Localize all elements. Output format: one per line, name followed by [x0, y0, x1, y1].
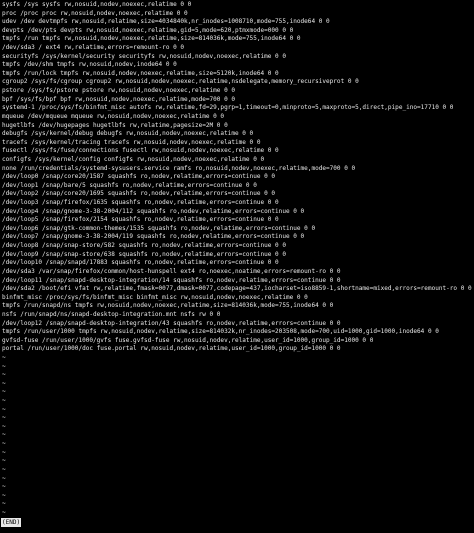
- mount-line: udev /dev devtmpfs rw,nosuid,relatime,si…: [2, 18, 330, 26]
- mount-line: /dev/sda2 /boot/efi vfat rw,relatime,fma…: [2, 285, 472, 293]
- mount-line: mqueue /dev/mqueue mqueue rw,nosuid,node…: [2, 112, 225, 120]
- mount-line: tracefs /sys/kernel/tracing tracefs rw,n…: [2, 138, 261, 146]
- pager-output[interactable]: sysfs /sys sysfs rw,nosuid,nodev,noexec,…: [2, 1, 474, 533]
- empty-line-tilde: ~: [2, 457, 6, 465]
- empty-line-tilde: ~: [2, 448, 6, 456]
- mount-line: /dev/loop0 /snap/core20/1587 squashfs ro…: [2, 173, 276, 181]
- mount-line: devpts /dev/pts devpts rw,nosuid,noexec,…: [2, 26, 294, 34]
- empty-line-tilde: ~: [2, 414, 6, 422]
- mount-line: /dev/loop10 /snap/snapd/17883 squashfs r…: [2, 259, 279, 267]
- mount-line: /dev/loop11 /snap/snapd-desktop-integrat…: [2, 276, 341, 284]
- mount-line: /dev/sda3 /var/snap/firefox/common/host-…: [2, 267, 341, 275]
- mount-line: cgroup2 /sys/fs/cgroup cgroup2 rw,nosuid…: [2, 78, 359, 86]
- mount-line: hugetlbfs /dev/hugepages hugetlbfs rw,re…: [2, 121, 228, 129]
- mount-line: fusectl /sys/fs/fuse/connections fusectl…: [2, 147, 279, 155]
- mount-line: /dev/loop9 /snap/snap-store/638 squashfs…: [2, 250, 286, 258]
- mount-line: /dev/loop6 /snap/gtk-common-themes/1535 …: [2, 224, 316, 232]
- mount-line: /dev/loop7 /snap/gnome-3-38-2004/119 squ…: [2, 233, 305, 241]
- mount-line: sysfs /sys sysfs rw,nosuid,nodev,noexec,…: [2, 1, 192, 8]
- mount-line: /dev/loop12 /snap/snapd-desktop-integrat…: [2, 319, 341, 327]
- mount-line: configfs /sys/kernel/config configfs rw,…: [2, 155, 265, 163]
- empty-line-tilde: ~: [2, 362, 6, 370]
- mount-line: /dev/loop3 /snap/firefox/1635 squashfs r…: [2, 199, 279, 207]
- empty-line-tilde: ~: [2, 431, 6, 439]
- mount-line: portal /run/user/1000/doc fuse.portal rw…: [2, 345, 341, 353]
- empty-line-tilde: ~: [2, 388, 6, 396]
- empty-line-tilde: ~: [2, 491, 6, 499]
- empty-line-tilde: ~: [2, 405, 6, 413]
- mount-line: /dev/loop2 /snap/core20/1695 squashfs ro…: [2, 190, 276, 198]
- mount-line: tmpfs /dev/shm tmpfs rw,nosuid,nodev,ino…: [2, 61, 177, 69]
- mount-line: /dev/loop4 /snap/gnome-3-38-2004/112 squ…: [2, 207, 305, 215]
- pager-status-end: (END): [1, 518, 22, 527]
- mount-line: /dev/loop1 /snap/bare/5 squashfs ro,node…: [2, 181, 257, 189]
- mount-line: /dev/sda3 / ext4 rw,relatime,errors=remo…: [2, 44, 185, 52]
- mount-line: /dev/loop8 /snap/snap-store/582 squashfs…: [2, 242, 286, 250]
- empty-line-tilde: ~: [2, 353, 6, 361]
- mount-line: debugfs /sys/kernel/debug debugfs rw,nos…: [2, 130, 254, 138]
- mount-line: bpf /sys/fs/bpf bpf rw,nosuid,nodev,noex…: [2, 95, 235, 103]
- empty-line-tilde: ~: [2, 465, 6, 473]
- empty-line-tilde: ~: [2, 474, 6, 482]
- empty-line-tilde: ~: [2, 483, 6, 491]
- empty-line-tilde: ~: [2, 422, 6, 430]
- mount-line: securityfs /sys/kernel/security security…: [2, 52, 286, 60]
- mount-line: proc /proc proc rw,nosuid,nodev,noexec,r…: [2, 9, 188, 17]
- mount-line: tmpfs /run/snapd/ns tmpfs rw,nosuid,node…: [2, 302, 334, 310]
- empty-line-tilde: ~: [2, 440, 6, 448]
- empty-line-tilde: ~: [2, 508, 6, 516]
- mount-line: systemd-1 /proc/sys/fs/binfmt_misc autof…: [2, 104, 454, 112]
- mount-line: tmpfs /run/user/1000 tmpfs rw,nosuid,nod…: [2, 328, 439, 336]
- mount-line: tmpfs /run tmpfs rw,nosuid,nodev,noexec,…: [2, 35, 301, 43]
- mount-line: nsfs /run/snapd/ns/snapd-desktop-integra…: [2, 310, 221, 318]
- mount-line: binfmt_misc /proc/sys/fs/binfmt_misc bin…: [2, 293, 308, 301]
- empty-line-tilde: ~: [2, 371, 6, 379]
- empty-line-tilde: ~: [2, 500, 6, 508]
- mount-line: pstore /sys/fs/pstore pstore rw,nosuid,n…: [2, 87, 235, 95]
- mount-line: gvfsd-fuse /run/user/1000/gvfs fuse.gvfs…: [2, 336, 374, 344]
- mount-line: /dev/loop5 /snap/firefox/2154 squashfs r…: [2, 216, 279, 224]
- mount-line: none /run/credentials/systemd-sysusers.s…: [2, 164, 356, 172]
- mount-line: tmpfs /run/lock tmpfs rw,nosuid,nodev,no…: [2, 69, 279, 77]
- empty-line-tilde: ~: [2, 379, 6, 387]
- empty-line-tilde: ~: [2, 397, 6, 405]
